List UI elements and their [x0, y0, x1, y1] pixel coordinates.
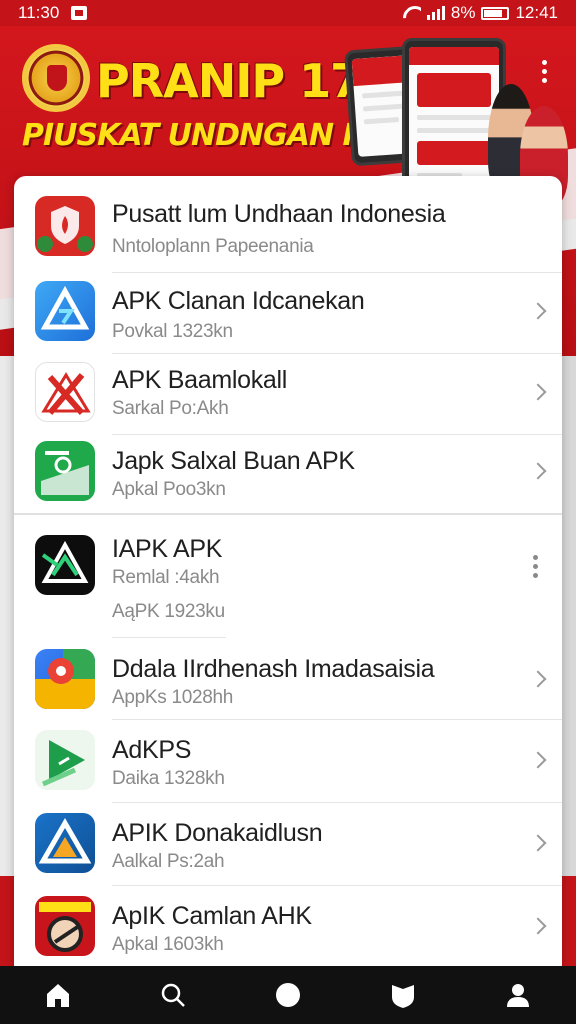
shield-icon	[392, 985, 415, 1008]
chevron-right-icon[interactable]	[529, 670, 547, 688]
nav-center-button[interactable]	[258, 966, 318, 1024]
chevron-right-icon[interactable]	[529, 751, 547, 769]
search-icon	[161, 983, 185, 1007]
red-x-app-icon	[35, 362, 95, 422]
banner-title: PRANIP 17	[96, 54, 362, 108]
background-strip	[0, 356, 14, 876]
green-play-app-icon	[35, 730, 95, 790]
item-subtitle: Nntoloplann Papeenania	[112, 236, 314, 257]
profile-icon	[507, 984, 530, 1007]
notification-icon	[71, 6, 88, 20]
dark-triangle-app-icon	[35, 535, 95, 595]
list-item[interactable]: APK Clanan Idcanekan Povkal 1323kn	[14, 273, 562, 353]
item-subtitle: Sarkal Po:Akh	[112, 398, 229, 419]
item-name: APIK Donakaidlusn	[112, 819, 323, 847]
item-subtitle: Remlal :4akh	[112, 567, 220, 588]
item-subtitle: AppKs 1028hh	[112, 687, 234, 708]
map-pin-app-icon	[35, 649, 95, 709]
circle-icon	[275, 983, 300, 1007]
item-name: IAPK APK	[112, 535, 223, 563]
blue-triangle-app-icon	[35, 281, 95, 341]
more-options-icon[interactable]	[533, 555, 538, 578]
emblem-logo	[22, 44, 90, 112]
list-item[interactable]: APIK Donakaidlusn Aalkal Ps:2ah	[14, 803, 562, 885]
nav-shield-button[interactable]	[373, 966, 433, 1024]
wifi-icon	[403, 6, 421, 20]
chevron-right-icon[interactable]	[529, 462, 547, 480]
app-list-card: Pusatt lum Undhaan Indonesia Nntoloplann…	[14, 176, 562, 966]
list-item[interactable]: IAPK APK Remlal :4akh AąPK 1923ku	[14, 515, 562, 639]
blue-delta-app-icon	[35, 813, 95, 873]
nav-search-button[interactable]	[143, 966, 203, 1024]
item-name: Ddala IIrdhenash Imadasaisia	[112, 655, 435, 683]
red-poster-app-icon	[35, 896, 95, 956]
chevron-right-icon[interactable]	[529, 302, 547, 320]
chevron-right-icon[interactable]	[529, 834, 547, 852]
item-name: Pusatt lum Undhaan Indonesia	[112, 200, 446, 228]
list-item[interactable]: Pusatt lum Undhaan Indonesia Nntoloplann…	[14, 176, 562, 272]
chevron-right-icon[interactable]	[529, 917, 547, 935]
item-name: ApIK Camlan AHK	[112, 902, 312, 930]
home-icon	[46, 984, 69, 1007]
status-time: 11:30	[18, 3, 60, 22]
item-subtitle: Apkal 1603kh	[112, 934, 224, 955]
list-item[interactable]: AdKPS Daika 1328kh	[14, 720, 562, 802]
signal-icon	[426, 6, 445, 20]
green-card-app-icon	[35, 441, 95, 501]
nav-profile-button[interactable]	[488, 966, 548, 1024]
nav-home-button[interactable]	[28, 966, 88, 1024]
item-subtitle: Daika 1328kh	[112, 768, 225, 789]
list-item[interactable]: APK Baamlokall Sarkal Po:Akh	[14, 354, 562, 434]
list-item[interactable]: Ddala IIrdhenash Imadasaisia AppKs 1028h…	[14, 639, 562, 719]
banner-more-icon[interactable]	[542, 60, 548, 83]
chevron-right-icon[interactable]	[529, 383, 547, 401]
item-subtitle: Povkal 1323kn	[112, 321, 233, 342]
list-item[interactable]: Japk Salxal Buan APK Apkal Poo3kn	[14, 435, 562, 513]
item-name: APK Baamlokall	[112, 366, 288, 394]
bottom-navigation	[0, 966, 576, 1024]
battery-percent: 8%	[450, 3, 476, 22]
list-item[interactable]: ApIK Camlan AHK Apkal 1603kh	[14, 886, 562, 966]
shield-flame-icon	[35, 196, 95, 256]
status-bar: 11:30 8% 12:41	[0, 0, 576, 26]
item-subtitle: Aalkal Ps:2ah	[112, 851, 225, 872]
item-name: Japk Salxal Buan APK	[112, 447, 355, 475]
item-name: AdKPS	[112, 736, 192, 764]
item-name: APK Clanan Idcanekan	[112, 287, 365, 315]
item-subtitle-secondary: AąPK 1923ku	[112, 601, 225, 622]
item-subtitle: Apkal Poo3kn	[112, 479, 226, 500]
divider	[112, 637, 226, 638]
status-clock-right: 12:41	[515, 3, 558, 22]
battery-icon	[481, 6, 510, 20]
